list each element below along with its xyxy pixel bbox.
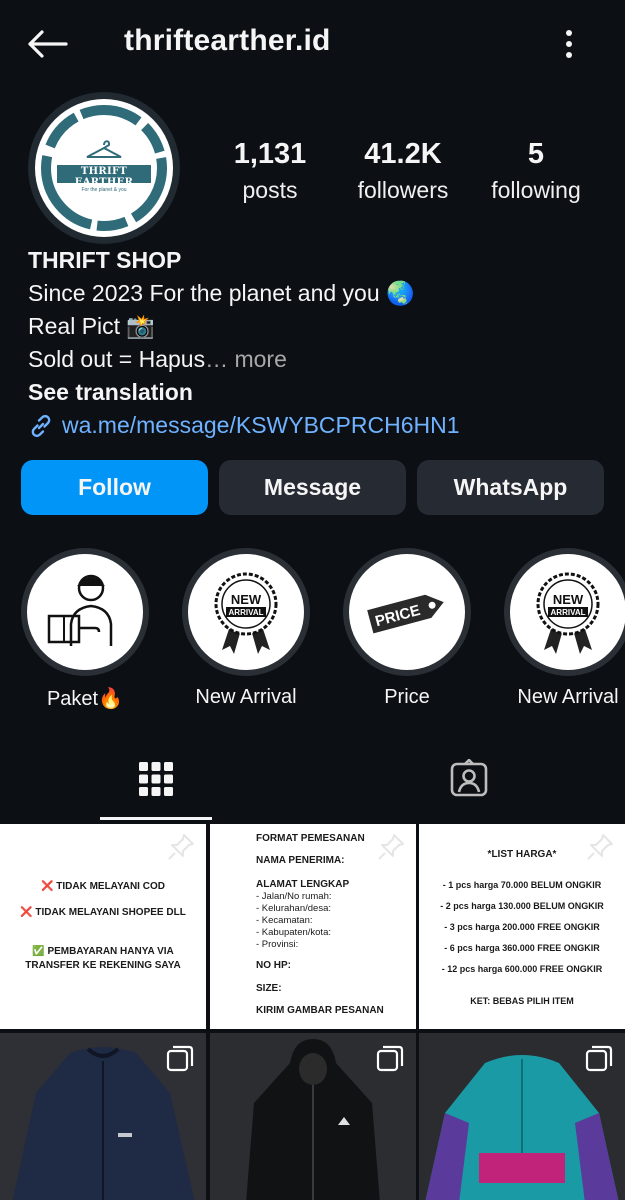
post-text-line: NAMA PENERIMA:: [256, 855, 345, 866]
post-text-line: - 3 pcs harga 200.000 FREE ONGKIR: [444, 922, 600, 932]
arrow-left-icon: [28, 30, 68, 58]
bio-line-3-text: Sold out = Hapus: [28, 346, 206, 372]
post-text-line: FORMAT PEMESANAN: [256, 833, 365, 844]
highlight-new-arrival-2[interactable]: NEW ARRIVAL New Arrival: [498, 548, 625, 709]
delivery-person-icon: [47, 574, 113, 646]
carousel-icon: [376, 1045, 404, 1072]
pinned-icon: [168, 834, 194, 860]
post-text-line: KET: BEBAS PILIH ITEM: [470, 996, 574, 1006]
story-highlights: Paket🔥 NEW ARRIVAL New Arrival PRICE Pri…: [0, 548, 625, 720]
posts-count: 1,131: [233, 138, 307, 170]
profile-name: THRIFT SHOP: [28, 247, 182, 273]
badge-new-text: NEW: [231, 592, 262, 607]
avatar-logo-subtitle: For the planet & you: [81, 187, 127, 193]
avatar[interactable]: THRIFT EARTHER For the planet & you: [28, 92, 180, 244]
badge-new-text: NEW: [553, 592, 584, 607]
options-button[interactable]: [552, 24, 586, 64]
post-text-line: SIZE:: [256, 983, 282, 994]
tagged-user-icon: [450, 759, 488, 797]
post-text-line: *LIST HARGA*: [487, 849, 557, 860]
top-bar: thriftearther.id: [0, 0, 625, 88]
back-button[interactable]: [22, 22, 72, 66]
bio-external-link[interactable]: wa.me/message/KSWYBCPRCH6HN1: [28, 409, 608, 442]
avatar-logo: THRIFT EARTHER For the planet & you: [35, 99, 173, 237]
highlight-label: New Arrival: [195, 686, 297, 708]
carousel-icon: [166, 1045, 194, 1072]
bio-more-link[interactable]: … more: [205, 346, 287, 372]
post-text-line: KIRIM GAMBAR PESANAN: [256, 1005, 384, 1016]
bio-line-2: Real Pict 📸: [28, 313, 156, 339]
new-arrival-badge-icon: NEW ARRIVAL: [214, 572, 278, 654]
followers-stat[interactable]: 41.2K followers: [338, 136, 468, 208]
following-label: following: [491, 177, 581, 203]
post-tile-order-format[interactable]: FORMAT PEMESANAN NAMA PENERIMA: ALAMAT L…: [210, 824, 416, 1029]
active-tab-indicator: [100, 817, 212, 820]
highlight-price[interactable]: PRICE Price: [337, 548, 477, 709]
price-tag-icon: PRICE: [367, 594, 444, 634]
avatar-logo-text: THRIFT EARTHER: [74, 166, 134, 188]
post-text-line: - 1 pcs harga 70.000 BELUM ONGKIR: [442, 880, 602, 890]
link-icon: [31, 414, 51, 437]
post-text-line: - 6 pcs harga 360.000 FREE ONGKIR: [444, 943, 600, 953]
post-tile-navy-jacket[interactable]: [0, 1033, 206, 1200]
followers-label: followers: [357, 177, 449, 203]
post-text-line: NO HP:: [256, 960, 291, 971]
highlight-label: Price: [384, 686, 430, 708]
post-tile-teal-jacket[interactable]: [419, 1033, 625, 1200]
tab-tagged[interactable]: [313, 738, 625, 820]
bio-link-text: wa.me/message/KSWYBCPRCH6HN1: [62, 412, 460, 438]
profile-actions: Follow Message WhatsApp: [21, 460, 604, 515]
badge-arrival-text: ARRIVAL: [551, 608, 586, 617]
profile-tabs: [0, 738, 625, 820]
post-text-line: TRANSFER KE REKENING SAYA: [25, 960, 181, 971]
grid-icon: [139, 762, 173, 796]
posts-stat[interactable]: 1,131 posts: [210, 136, 330, 208]
post-text-line: - 12 pcs harga 600.000 FREE ONGKIR: [441, 964, 603, 974]
vertical-dots-icon: [566, 30, 572, 58]
see-translation-link[interactable]: See translation: [28, 376, 608, 409]
profile-username: thriftearther.id: [124, 24, 331, 57]
post-text-line: ❌ TIDAK MELAYANI SHOPEE DLL: [20, 907, 186, 918]
post-text-line: ✅ PEMBAYARAN HANYA VIA: [32, 946, 174, 957]
follow-button[interactable]: Follow: [21, 460, 208, 515]
posts-label: posts: [242, 177, 298, 203]
bio-line-1: Since 2023 For the planet and you 🌏: [28, 280, 415, 306]
tab-posts-grid[interactable]: [0, 738, 312, 820]
highlight-new-arrival[interactable]: NEW ARRIVAL New Arrival: [176, 548, 316, 709]
post-text-line: - 2 pcs harga 130.000 BELUM ONGKIR: [440, 901, 604, 911]
highlight-label: Paket🔥: [46, 688, 124, 710]
posts-grid: ❌ TIDAK MELAYANI COD ❌ TIDAK MELAYANI SH…: [0, 824, 625, 1200]
message-button[interactable]: Message: [219, 460, 406, 515]
badge-arrival-text: ARRIVAL: [229, 608, 264, 617]
hanger-icon: [86, 140, 122, 158]
highlight-label: New Arrival: [517, 686, 619, 708]
pinned-icon: [378, 834, 404, 860]
post-tile-black-jacket[interactable]: [210, 1033, 416, 1200]
profile-stats: 1,131 posts 41.2K followers 5 following: [210, 136, 610, 216]
bio-line-3: Sold out = Hapus… more: [28, 343, 608, 376]
whatsapp-button[interactable]: WhatsApp: [417, 460, 604, 515]
post-text-line: - Provinsi:: [256, 939, 299, 950]
profile-bio: THRIFT SHOP Since 2023 For the planet an…: [28, 244, 608, 442]
carousel-icon: [585, 1045, 613, 1072]
post-text-line: ❌ TIDAK MELAYANI COD: [41, 881, 165, 892]
highlight-paket[interactable]: Paket🔥: [15, 548, 155, 711]
following-stat[interactable]: 5 following: [476, 136, 596, 208]
post-tile-payment-rules[interactable]: ❌ TIDAK MELAYANI COD ❌ TIDAK MELAYANI SH…: [0, 824, 206, 1029]
following-count: 5: [527, 138, 545, 170]
followers-count: 41.2K: [364, 138, 442, 170]
post-tile-price-list[interactable]: *LIST HARGA* - 1 pcs harga 70.000 BELUM …: [419, 824, 625, 1029]
new-arrival-badge-icon: NEW ARRIVAL: [536, 572, 600, 654]
